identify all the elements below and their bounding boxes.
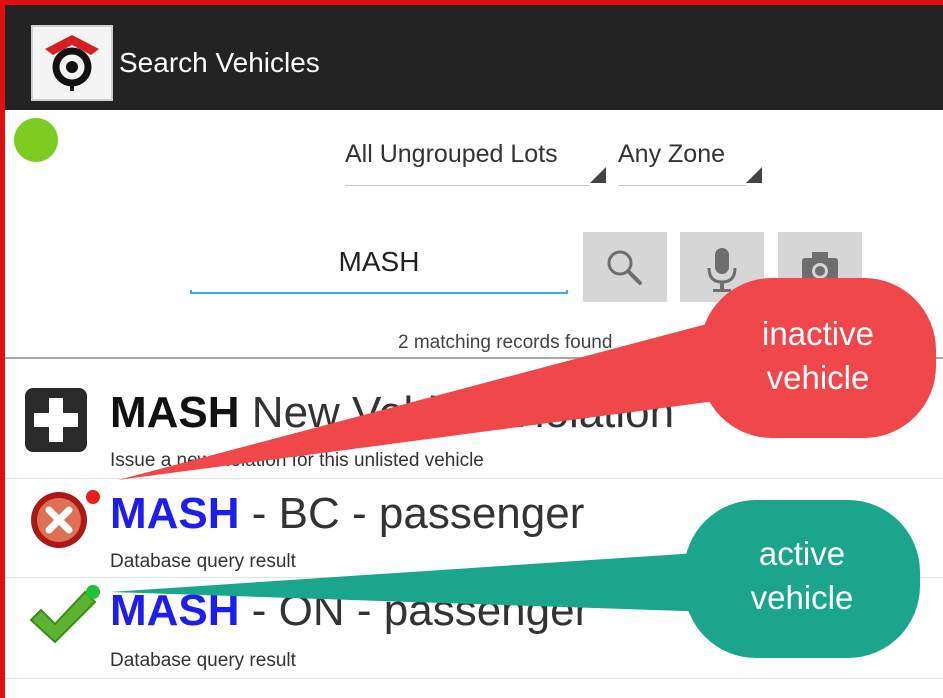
- active-callout-pointer: [110, 552, 716, 612]
- active-callout-label: active vehicle: [684, 532, 920, 620]
- active-callout-line1: active: [758, 535, 846, 572]
- inactive-callout-label: inactive vehicle: [700, 312, 936, 400]
- active-callout-line2: vehicle: [750, 579, 854, 616]
- inactive-callout-line1: inactive: [762, 315, 874, 352]
- inactive-callout-line2: vehicle: [766, 359, 870, 396]
- inactive-callout-pointer: [118, 320, 738, 480]
